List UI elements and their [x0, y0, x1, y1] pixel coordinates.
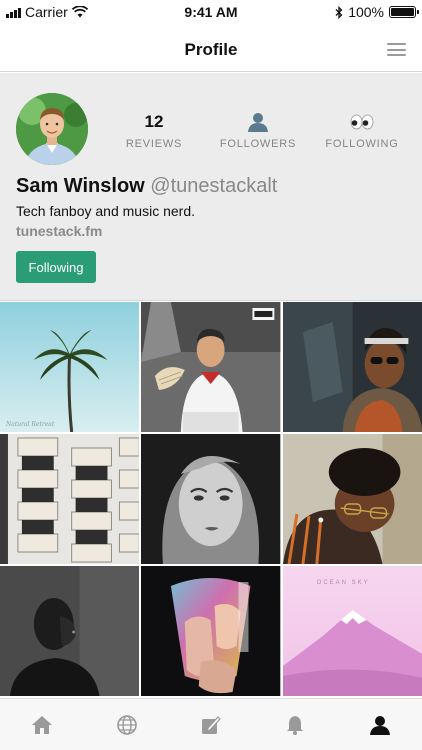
tab-compose[interactable]: [191, 705, 231, 745]
profile-website-link[interactable]: tunestack.fm: [16, 223, 102, 239]
stat-following[interactable]: FOLLOWING: [317, 111, 407, 150]
tab-notifications[interactable]: [275, 705, 315, 745]
reviews-label: REVIEWS: [125, 138, 183, 150]
bluetooth-icon: [335, 5, 343, 19]
battery-icon: [389, 6, 419, 18]
profile-bio: Tech fanboy and music nerd.: [16, 203, 195, 219]
photo-tile-man-curly-hair[interactable]: [282, 434, 422, 564]
album-art-text: Natural Retreat: [6, 421, 55, 428]
photo-tile-pink-mountain[interactable]: OCEAN SKY: [282, 566, 422, 696]
stat-followers[interactable]: FOLLOWERS: [213, 111, 303, 150]
photo-grid: Natural Retreat OCEAN SKY: [0, 302, 422, 696]
home-icon: [32, 715, 53, 734]
tab-explore[interactable]: [107, 705, 147, 745]
photo-tile-woman-portrait[interactable]: [141, 434, 281, 564]
profile-stats: 12 REVIEWS FOLLOWERS FOLLOWING: [102, 111, 414, 150]
stat-reviews[interactable]: 12 REVIEWS: [109, 111, 199, 150]
avatar-image: [16, 93, 88, 165]
battery-percent: 100%: [348, 4, 384, 20]
profile-handle: @tunestackalt: [150, 175, 278, 197]
status-bar: Carrier 9:41 AM 100%: [0, 0, 422, 24]
reviews-count: 12: [144, 112, 164, 131]
photo-tile-building[interactable]: [0, 434, 140, 564]
tab-profile[interactable]: [360, 705, 400, 745]
page-title: Profile: [184, 40, 238, 59]
compose-icon: [201, 715, 221, 734]
hamburger-menu-icon[interactable]: [387, 43, 406, 56]
profile-header: 12 REVIEWS FOLLOWERS FOLLOWING Sam Winsl…: [0, 73, 422, 301]
profile-name: Sam Winslow: [16, 175, 145, 197]
tab-home[interactable]: [22, 705, 62, 745]
photo-tile-man-glasses[interactable]: [282, 302, 422, 432]
tab-bar: [0, 698, 422, 750]
eyes-emoji-icon: [350, 111, 374, 133]
photo-tile-palm-tree[interactable]: Natural Retreat: [0, 302, 140, 432]
photo-tile-hand-phone[interactable]: [141, 566, 281, 696]
avatar[interactable]: [16, 93, 88, 165]
person-icon: [369, 715, 390, 735]
following-button[interactable]: Following: [16, 251, 96, 283]
profile-name-row: Sam Winslow @tunestackalt: [16, 175, 277, 198]
globe-icon: [116, 714, 137, 735]
followers-person-icon: [247, 111, 269, 133]
following-label: FOLLOWING: [325, 138, 399, 150]
bell-icon: [287, 715, 304, 735]
photo-tile-person-money[interactable]: [141, 302, 281, 432]
status-right: 100%: [335, 4, 419, 20]
album-art-text: OCEAN SKY: [316, 580, 370, 586]
followers-label: FOLLOWERS: [219, 138, 297, 150]
navigation-bar: Profile: [0, 24, 422, 72]
photo-tile-dark-figure[interactable]: [0, 566, 140, 696]
